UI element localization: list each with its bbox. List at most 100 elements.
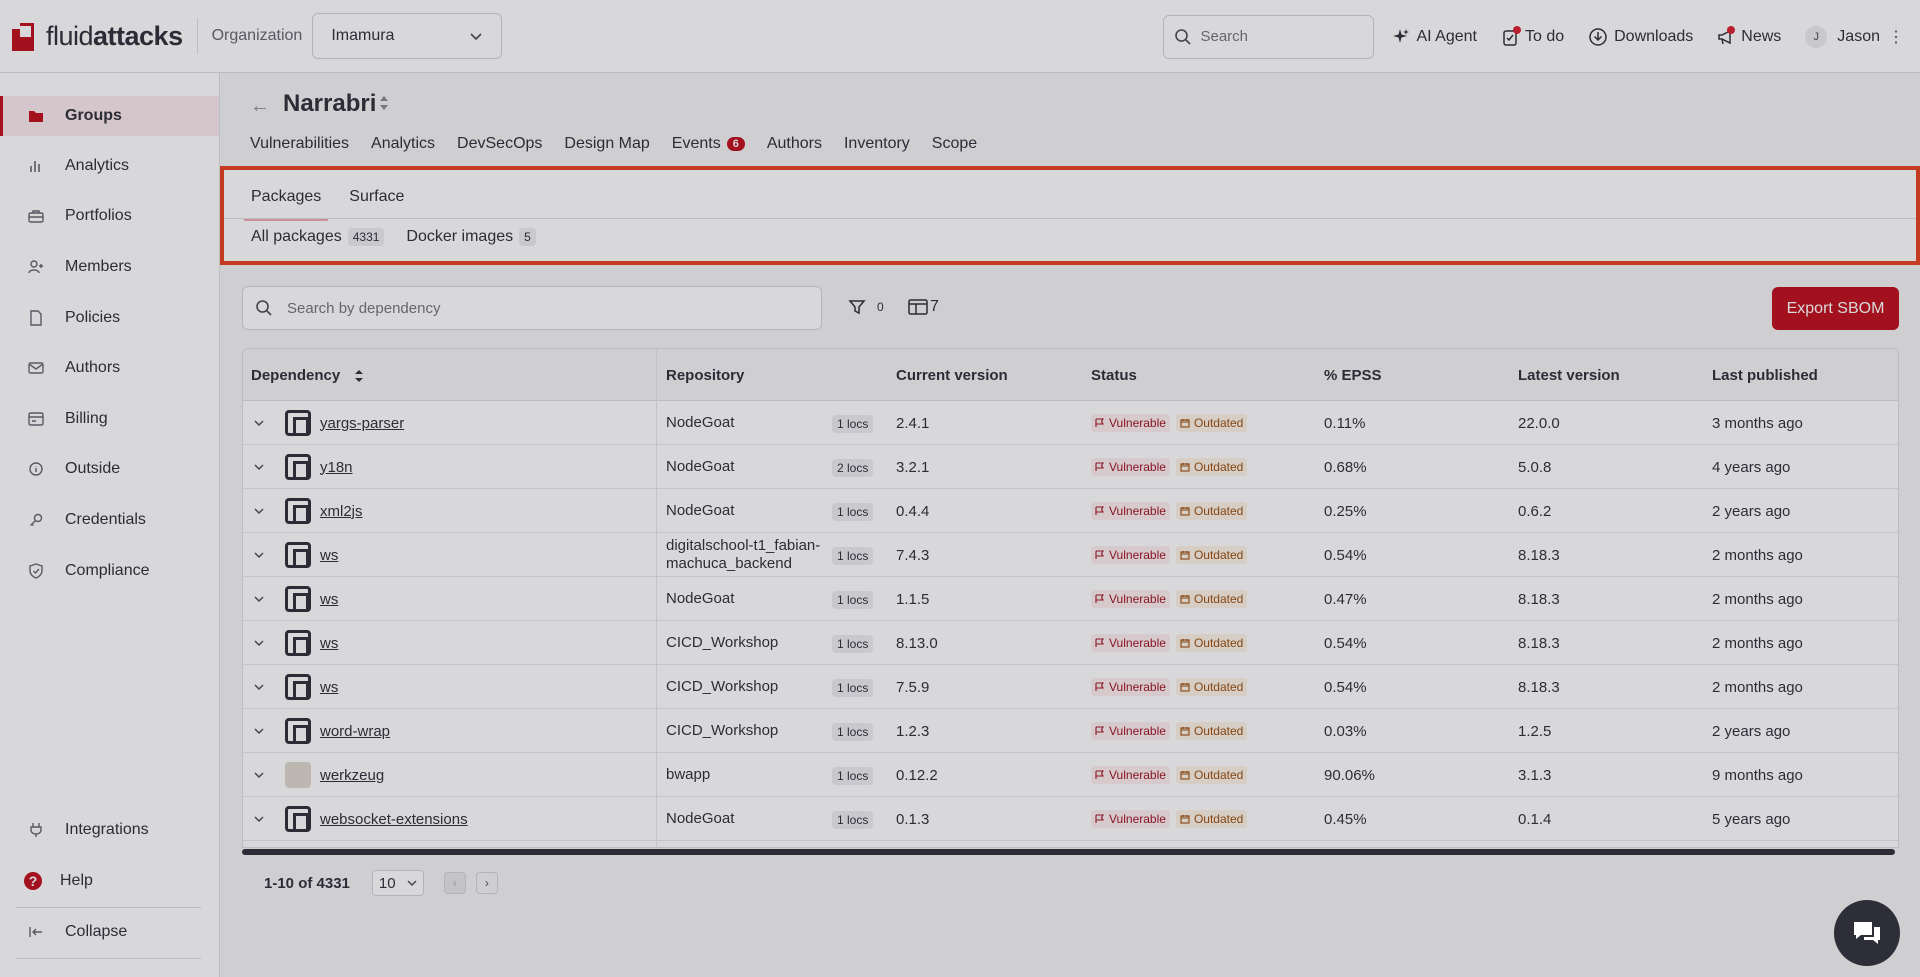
table-row[interactable]: ws CICD_Workshop 1 locs 7.5.9 Vulnerable… (243, 665, 1898, 709)
table-row[interactable]: yargs-parser NodeGoat 1 locs 2.4.1 Vulne… (243, 401, 1898, 445)
switch-group-icon[interactable] (378, 94, 390, 112)
table-row[interactable]: y18n NodeGoat 2 locs 3.2.1 Vulnerable Ou… (243, 445, 1898, 489)
locations-badge[interactable]: 1 locs (832, 547, 874, 565)
table-row[interactable]: xml2js NodeGoat 1 locs 0.4.4 Vulnerable … (243, 489, 1898, 533)
locations-badge[interactable]: 2 locs (832, 459, 874, 477)
expand-chevron-icon[interactable] (253, 753, 265, 797)
locations-badge[interactable]: 1 locs (832, 503, 874, 521)
header-dependency[interactable]: Dependency (251, 367, 364, 384)
last-published: 2 years ago (1712, 502, 1791, 520)
table-row[interactable]: websocket-extensions NodeGoat 1 locs 0.1… (243, 797, 1898, 841)
global-search[interactable] (1163, 14, 1375, 59)
fluidattacks-logo[interactable]: fluidattacks (12, 16, 183, 56)
dependency-link[interactable]: xml2js (320, 489, 363, 533)
tab-docker-images[interactable]: Docker images 5 (406, 228, 536, 246)
dependency-link[interactable]: word-wrap (320, 709, 390, 753)
dependency-link[interactable]: websocket-extensions (320, 797, 468, 841)
status-badge-outdated: Outdated (1175, 766, 1248, 784)
dependency-link[interactable]: ws (320, 533, 338, 577)
sidebar-item-integrations[interactable]: Integrations (0, 810, 219, 850)
next-page-button[interactable]: › (475, 872, 498, 894)
previous-page-button[interactable]: ‹ (443, 872, 466, 894)
locations-badge[interactable]: 1 locs (832, 723, 874, 741)
tab-surface[interactable]: Surface (342, 179, 411, 215)
dependency-link[interactable]: werkzeug (320, 753, 384, 797)
columns-icon (908, 299, 928, 315)
sidebar-item-outside[interactable]: Outside (0, 449, 219, 489)
expand-chevron-icon[interactable] (253, 533, 265, 577)
tab-inventory[interactable]: Inventory (844, 135, 910, 153)
sidebar-item-policies[interactable]: Policies (0, 298, 219, 338)
dependency-link[interactable]: yargs-parser (320, 401, 404, 445)
todo-button[interactable]: To do (1501, 25, 1564, 46)
sidebar-item-label: Help (60, 872, 93, 889)
sidebar-item-help[interactable]: ? Help (0, 861, 219, 901)
dependency-link[interactable]: ws (320, 665, 338, 709)
filter-button[interactable]: 0 (848, 298, 889, 316)
tab-scope[interactable]: Scope (932, 135, 977, 153)
table-row[interactable]: word-wrap CICD_Workshop 1 locs 1.2.3 Vul… (243, 709, 1898, 753)
expand-chevron-icon[interactable] (253, 445, 265, 489)
locations-badge[interactable]: 1 locs (832, 415, 874, 433)
more-vertical-icon[interactable]: ⋮ (1888, 27, 1904, 47)
back-arrow-icon[interactable]: ← (250, 95, 270, 118)
locations-badge[interactable]: 1 locs (832, 591, 874, 609)
sidebar-item-groups[interactable]: Groups (0, 96, 219, 136)
horizontal-scrollbar[interactable] (242, 849, 1895, 855)
user-name[interactable]: Jason (1837, 28, 1880, 46)
tab-packages[interactable]: Packages (244, 179, 329, 221)
dependency-link[interactable]: ws (320, 621, 338, 665)
sidebar-item-billing[interactable]: Billing (0, 399, 219, 439)
dependency-search-input[interactable] (287, 299, 787, 317)
tab-analytics[interactable]: Analytics (371, 135, 435, 153)
organization-select[interactable]: Imamura (312, 13, 503, 59)
sidebar-collapse-button[interactable]: Collapse (0, 912, 219, 952)
export-sbom-button[interactable]: Export SBOM (1772, 287, 1899, 330)
locations-badge[interactable]: 1 locs (832, 811, 874, 829)
expand-chevron-icon[interactable] (253, 665, 265, 709)
dependency-link[interactable]: ws (320, 577, 338, 621)
avatar[interactable]: J (1805, 25, 1828, 48)
sidebar-item-label: Credentials (65, 511, 146, 528)
chat-support-button[interactable] (1834, 900, 1900, 966)
flag-icon (1095, 638, 1104, 647)
expand-chevron-icon[interactable] (253, 797, 265, 841)
repository-name: NodeGoat (666, 458, 735, 475)
locations-badge[interactable]: 1 locs (832, 635, 874, 653)
dependency-search[interactable] (242, 286, 822, 330)
status-outdated-label: Outdated (1193, 768, 1244, 782)
news-button[interactable]: News (1717, 25, 1781, 46)
expand-chevron-icon[interactable] (253, 401, 265, 445)
sidebar-item-compliance[interactable]: Compliance (0, 551, 219, 591)
tab-events[interactable]: Events 6 (672, 135, 745, 153)
table-row[interactable]: werkzeug bwapp 1 locs 0.12.2 Vulnerable … (243, 753, 1898, 797)
tab-authors[interactable]: Authors (767, 135, 822, 153)
current-version: 1.1.5 (896, 590, 930, 608)
global-search-input[interactable] (1200, 28, 1361, 45)
expand-chevron-icon[interactable] (253, 577, 265, 621)
table-row[interactable]: ws NodeGoat 1 locs 1.1.5 Vulnerable Outd… (243, 577, 1898, 621)
columns-button[interactable]: 7 (908, 298, 939, 316)
sidebar-item-portfolios[interactable]: Portfolios (0, 196, 219, 236)
downloads-button[interactable]: Downloads (1588, 27, 1693, 47)
table-row[interactable]: ws digitalschool-t1_fabian-machuca_backe… (243, 533, 1898, 577)
expand-chevron-icon[interactable] (253, 621, 265, 665)
table-row[interactable]: ws CICD_Workshop 1 locs 8.13.0 Vulnerabl… (243, 621, 1898, 665)
tab-design-map[interactable]: Design Map (564, 135, 649, 153)
locations-badge[interactable]: 1 locs (832, 767, 874, 785)
tab-all-packages[interactable]: All packages 4331 (251, 228, 385, 246)
sidebar-item-members[interactable]: Members (0, 247, 219, 287)
sidebar-item-authors[interactable]: Authors (0, 348, 219, 388)
locations-badge[interactable]: 1 locs (832, 679, 874, 697)
tab-vulnerabilities[interactable]: Vulnerabilities (250, 135, 349, 153)
expand-chevron-icon[interactable] (253, 709, 265, 753)
dependency-link[interactable]: y18n (320, 445, 353, 489)
expand-chevron-icon[interactable] (253, 489, 265, 533)
page-size-select[interactable]: 10 (371, 870, 424, 896)
epss-value: 0.54% (1324, 678, 1367, 696)
sidebar-item-analytics[interactable]: Analytics (0, 146, 219, 186)
tab-devsecops[interactable]: DevSecOps (457, 135, 542, 153)
ai-agent-button[interactable]: AI Agent (1392, 28, 1477, 46)
page-size-value: 10 (378, 874, 396, 892)
sidebar-item-credentials[interactable]: Credentials (0, 500, 219, 540)
